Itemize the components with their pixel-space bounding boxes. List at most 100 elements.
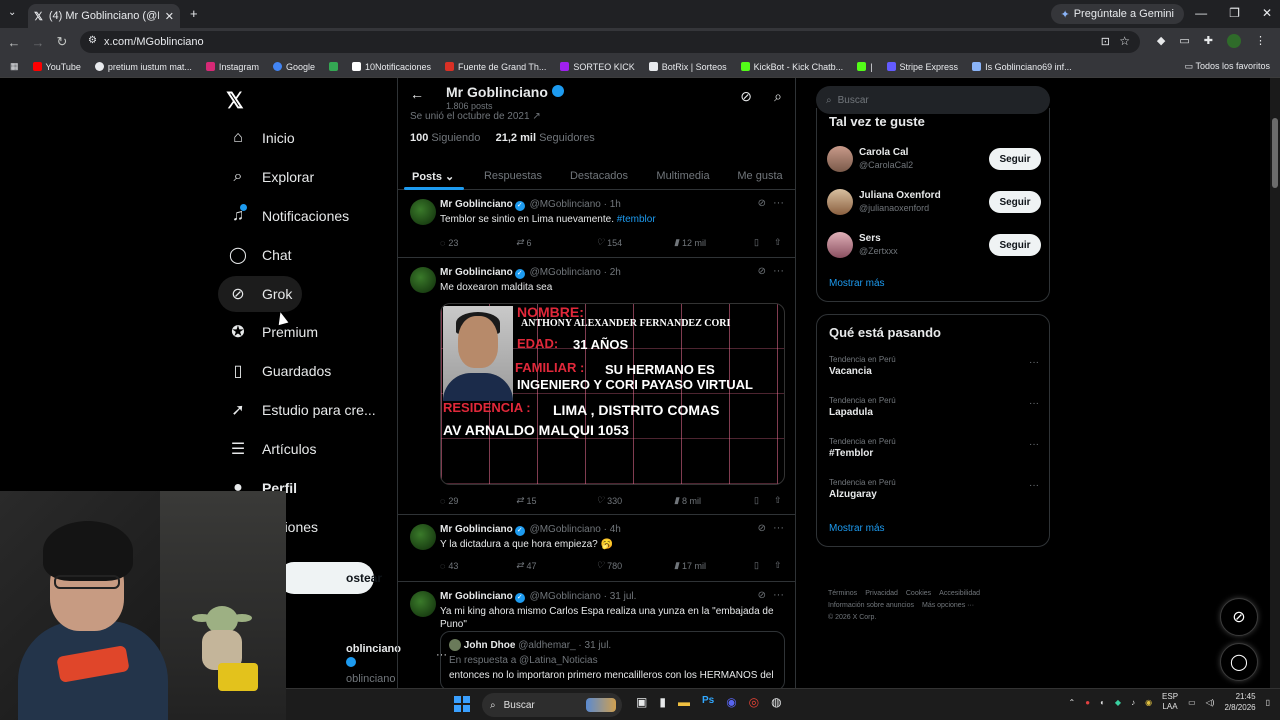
- post-author[interactable]: Mr Goblinciano: [440, 524, 513, 535]
- tab-media[interactable]: Multimedia: [642, 162, 724, 190]
- avatar[interactable]: [410, 591, 436, 617]
- bookmark-post-icon[interactable]: ▯: [754, 495, 774, 506]
- grok-icon[interactable]: ⊘: [740, 88, 752, 105]
- following-link[interactable]: 100 Siguiendo: [410, 132, 480, 144]
- task-view-icon[interactable]: ▣: [636, 695, 647, 709]
- repost-button[interactable]: ⇄ 47: [516, 560, 596, 571]
- reload-icon[interactable]: ↻: [50, 34, 74, 50]
- back-arrow-icon[interactable]: ←: [410, 86, 424, 102]
- tray-app-icon[interactable]: ●: [1085, 698, 1090, 707]
- suggestion-item[interactable]: Sers @Zertxxx Seguir: [827, 229, 1041, 261]
- follow-button[interactable]: Seguir: [989, 234, 1041, 256]
- nav-explore[interactable]: ⌕ Explorar: [218, 159, 324, 195]
- repost-button[interactable]: ⇄ 6: [516, 237, 596, 248]
- tray-app-icon[interactable]: ◉: [1145, 698, 1152, 707]
- chrome-icon[interactable]: ◎: [749, 695, 759, 709]
- nav-chat[interactable]: ◯ Chat: [218, 237, 302, 273]
- views-button[interactable]: ▮ 12 mil: [674, 237, 754, 248]
- follow-button[interactable]: Seguir: [989, 148, 1041, 170]
- clock[interactable]: 21:45 2/8/2026: [1224, 691, 1255, 713]
- hashtag-link[interactable]: #temblor: [617, 214, 656, 225]
- site-info-icon[interactable]: ⚙: [88, 35, 97, 46]
- tray-app-icon[interactable]: ◐: [1100, 698, 1105, 707]
- bookmark-item[interactable]: pretium iustum mat...: [94, 62, 192, 72]
- grok-icon[interactable]: ⊘: [758, 523, 766, 534]
- nav-grok[interactable]: ⊘ Grok: [218, 276, 303, 312]
- app-icon[interactable]: ▮: [659, 695, 666, 709]
- like-button[interactable]: ♡ 330: [596, 495, 674, 506]
- file-explorer-icon[interactable]: ▬: [678, 695, 690, 709]
- messages-fab-icon[interactable]: ◯: [1220, 643, 1258, 681]
- nav-notifications[interactable]: ♫ Notificaciones: [218, 198, 359, 234]
- post-author[interactable]: Mr Goblinciano: [440, 199, 513, 210]
- bookmark-item[interactable]: Stripe Express: [886, 62, 958, 72]
- tab-likes[interactable]: Me gusta: [724, 162, 796, 190]
- bookmark-item[interactable]: Google: [272, 62, 315, 72]
- more-icon[interactable]: ···: [773, 265, 784, 277]
- url-bar[interactable]: ⚙ x.com/MGoblinciano ⊡ ☆: [80, 31, 1140, 53]
- post-author[interactable]: Mr Goblinciano: [440, 591, 513, 602]
- share-icon[interactable]: ⇧: [774, 237, 782, 248]
- apps-grid-icon[interactable]: ▦: [10, 61, 19, 72]
- windows-start-icon[interactable]: [454, 696, 470, 712]
- grok-icon[interactable]: ⊘: [758, 590, 766, 601]
- more-icon[interactable]: ···: [1029, 439, 1039, 450]
- tray-chevron-icon[interactable]: ⌃: [1069, 698, 1076, 707]
- bookmark-item[interactable]: [328, 62, 338, 71]
- tab-replies[interactable]: Respuestas: [470, 162, 556, 190]
- page-scrollbar[interactable]: [1270, 78, 1280, 688]
- bookmark-item[interactable]: KickBot - Kick Chatb...: [740, 62, 843, 72]
- repost-button[interactable]: ⇄ 15: [516, 495, 596, 506]
- footer-link[interactable]: Accesibilidad: [939, 590, 980, 597]
- close-tab-icon[interactable]: ✕: [165, 10, 174, 23]
- discord-icon[interactable]: ◉: [726, 695, 736, 709]
- bookmark-item[interactable]: |: [857, 62, 873, 72]
- tab-highlights[interactable]: Destacados: [556, 162, 642, 190]
- avatar[interactable]: [410, 199, 436, 225]
- reply-button[interactable]: ◌ 23: [440, 237, 516, 248]
- bookmark-item[interactable]: YouTube: [32, 62, 81, 72]
- new-tab-icon[interactable]: +: [190, 6, 198, 21]
- nav-articles[interactable]: ☰ Artículos: [218, 431, 326, 467]
- language-indicator[interactable]: ESP LAA: [1162, 692, 1178, 712]
- bookmark-post-icon[interactable]: ▯: [754, 560, 774, 571]
- minimize-icon[interactable]: —: [1195, 6, 1207, 20]
- menu-icon[interactable]: ⋮: [1255, 34, 1266, 48]
- like-button[interactable]: ♡ 780: [596, 560, 674, 571]
- tab-list-icon[interactable]: ⌄: [8, 7, 16, 18]
- more-icon[interactable]: ···: [1029, 480, 1039, 491]
- taskbar-search[interactable]: ⌕ Buscar: [482, 693, 622, 717]
- star-icon[interactable]: ☆: [1119, 34, 1130, 48]
- scrollbar-thumb[interactable]: [1272, 118, 1278, 188]
- more-icon[interactable]: ···: [773, 589, 784, 601]
- maximize-icon[interactable]: ❐: [1229, 6, 1240, 20]
- post-image[interactable]: NOMBRE: ANTHONY ALEXANDER FERNANDEZ CORI…: [440, 303, 785, 485]
- footer-link[interactable]: Información sobre anuncios: [828, 602, 914, 609]
- show-more-link[interactable]: Mostrar más: [829, 278, 885, 289]
- footer-link[interactable]: Más opciones ···: [922, 602, 974, 609]
- profile-avatar[interactable]: [1227, 34, 1241, 48]
- browser-tab[interactable]: 𝕏 (4) Mr Goblinciano (@MGoblin... ✕: [28, 4, 180, 28]
- more-icon[interactable]: ···: [1029, 357, 1039, 368]
- trend-item[interactable]: Tendencia en Perú #Temblor ···: [829, 437, 1039, 459]
- grok-fab-icon[interactable]: ⊘: [1220, 598, 1258, 636]
- tab-posts[interactable]: Posts ⌄: [398, 162, 470, 190]
- media-icon[interactable]: ▭: [1179, 34, 1189, 48]
- share-icon[interactable]: ⇧: [774, 495, 782, 506]
- bookmark-item[interactable]: Fuente de Grand Th...: [445, 62, 546, 72]
- like-button[interactable]: ♡ 154: [596, 237, 674, 248]
- follow-button[interactable]: Seguir: [989, 191, 1041, 213]
- more-icon[interactable]: ···: [1029, 398, 1039, 409]
- trend-item[interactable]: Tendencia en Perú Vacancia ···: [829, 355, 1039, 377]
- search-icon[interactable]: ⌕: [774, 88, 782, 105]
- bookmark-item[interactable]: Is Goblinciano69 inf...: [972, 62, 1072, 72]
- footer-link[interactable]: Cookies: [906, 590, 931, 597]
- bookmark-item[interactable]: BotRix | Sorteos: [648, 62, 727, 72]
- all-bookmarks[interactable]: ▭ Todos los favoritos: [1185, 61, 1270, 72]
- bookmark-item[interactable]: Instagram: [205, 62, 259, 72]
- obs-icon[interactable]: ◍: [771, 695, 781, 709]
- trend-item[interactable]: Tendencia en Perú Lapadula ···: [829, 396, 1039, 418]
- bookmark-item[interactable]: 10Notificaciones: [351, 62, 431, 72]
- notification-center-icon[interactable]: ▯: [1266, 698, 1270, 707]
- microphone-icon[interactable]: ♪: [1131, 698, 1135, 707]
